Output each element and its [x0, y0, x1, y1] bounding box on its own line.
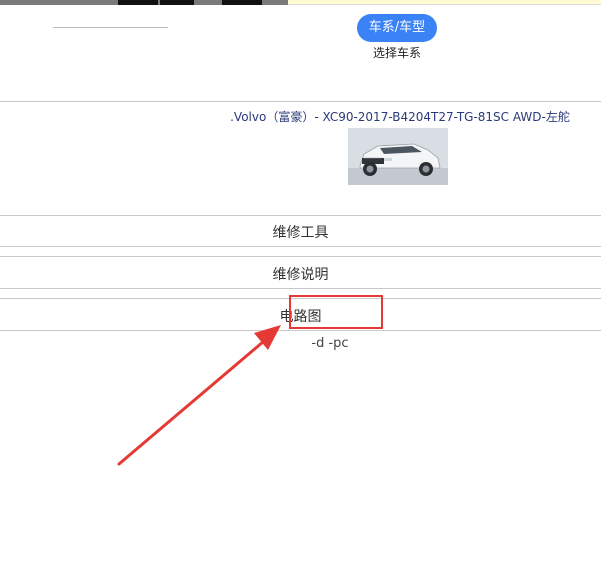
- menu-divider: [0, 215, 601, 216]
- menu-divider: [0, 256, 601, 257]
- toolbar-tab-dark: [160, 0, 194, 5]
- toolbar-tab-dark: [222, 0, 262, 5]
- left-divider-line: [53, 27, 168, 28]
- menu-item-repair-tools[interactable]: 维修工具: [0, 222, 601, 242]
- vehicle-image: [348, 128, 448, 185]
- highlight-annotation-box: [289, 295, 383, 329]
- platform-sub-text: -d -pc: [311, 336, 349, 351]
- menu-divider: [0, 288, 601, 289]
- top-toolbar-strip: [0, 0, 601, 5]
- menu-divider: [0, 246, 601, 247]
- menu-item-repair-instructions[interactable]: 维修说明: [0, 264, 601, 284]
- car-icon: [348, 128, 448, 185]
- notice-bar: [288, 0, 601, 5]
- annotation-arrow-icon: [117, 325, 281, 466]
- section-divider: [0, 101, 601, 102]
- select-series-caption: 选择车系: [372, 46, 421, 60]
- menu-divider: [0, 330, 601, 331]
- series-model-button[interactable]: 车系/车型: [357, 14, 437, 42]
- toolbar-tab-dark: [118, 0, 158, 5]
- vehicle-title-link[interactable]: .Volvo（富豪）- XC90-2017-B4204T27-TG-81SC A…: [205, 108, 595, 125]
